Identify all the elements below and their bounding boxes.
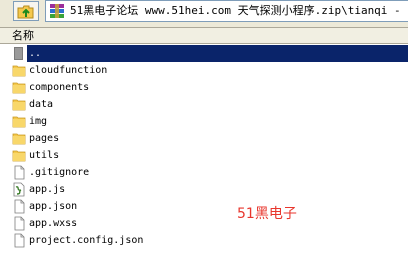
item-name: cloudfunction	[29, 65, 108, 76]
item-name: app.wxss	[29, 218, 78, 229]
folder-row[interactable]: utils	[0, 147, 408, 164]
toolbar: 51黑电子论坛 www.51hei.com 天气探测小程序.zip\tianqi…	[0, 0, 408, 28]
file-icon	[14, 216, 25, 231]
item-name: app.js	[29, 184, 66, 195]
item-name: pages	[29, 133, 60, 144]
item-name: app.json	[29, 201, 78, 212]
file-row[interactable]: app.json	[0, 198, 408, 215]
column-name-header[interactable]: 名称	[12, 29, 34, 42]
folder-row[interactable]: img	[0, 113, 408, 130]
item-name: data	[29, 99, 54, 110]
file-row[interactable]: app.js	[0, 181, 408, 198]
folder-row[interactable]: data	[0, 96, 408, 113]
file-icon	[14, 199, 25, 214]
up-folder-button[interactable]	[13, 1, 39, 21]
folder-row[interactable]: cloudfunction	[0, 62, 408, 79]
folder-icon	[12, 116, 26, 128]
file-row[interactable]: app.wxss	[0, 215, 408, 232]
item-name: ..	[29, 48, 42, 59]
folder-icon	[12, 82, 26, 94]
file-row[interactable]: project.config.json	[0, 232, 408, 249]
folder-icon	[12, 150, 26, 162]
folder-icon	[12, 99, 26, 111]
watermark-text: 51黑电子	[237, 206, 297, 222]
item-name: .gitignore	[29, 167, 90, 178]
file-row[interactable]: .gitignore	[0, 164, 408, 181]
script-file-icon	[13, 182, 25, 197]
folder-row[interactable]: pages	[0, 130, 408, 147]
item-name: project.config.json	[29, 235, 144, 246]
archive-path-text: 51黑电子论坛 www.51hei.com 天气探测小程序.zip\tianqi…	[70, 4, 408, 17]
address-bar[interactable]: 51黑电子论坛 www.51hei.com 天气探测小程序.zip\tianqi…	[45, 0, 408, 22]
folder-icon	[12, 133, 26, 145]
folder-up-level-icon	[14, 47, 23, 60]
file-list: .. cloudfunction components data img pages uti…	[0, 45, 408, 276]
file-icon	[14, 165, 25, 180]
folder-icon	[12, 65, 26, 77]
parent-directory-row[interactable]: ..	[0, 45, 408, 62]
folder-row[interactable]: components	[0, 79, 408, 96]
winrar-archive-icon	[50, 4, 64, 18]
item-name: img	[29, 116, 48, 127]
folder-up-icon	[17, 5, 34, 19]
selection-highlight	[27, 45, 408, 62]
item-name: components	[29, 82, 90, 93]
archive-viewer-window: 51黑电子论坛 www.51hei.com 天气探测小程序.zip\tianqi…	[0, 0, 408, 276]
column-header: 名称	[0, 28, 408, 44]
item-name: utils	[29, 150, 60, 161]
file-icon	[14, 233, 25, 248]
